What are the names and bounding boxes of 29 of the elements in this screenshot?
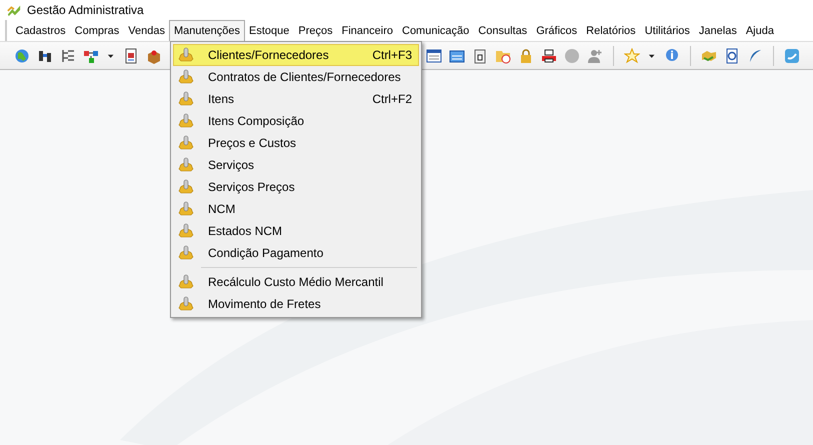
- menu-option[interactable]: Preços e Custos: [173, 132, 419, 154]
- menu-option[interactable]: Itens Composição: [173, 110, 419, 132]
- menu-item[interactable]: Janelas: [694, 20, 742, 41]
- menu-option[interactable]: Serviços Preços: [173, 176, 419, 198]
- menu-item[interactable]: Relatórios: [582, 20, 640, 41]
- shortcut-label: Ctrl+F3: [372, 48, 412, 62]
- menu-option[interactable]: Clientes/Fornecedores Ctrl+F3: [173, 44, 419, 66]
- menu-option[interactable]: Itens Ctrl+F2: [173, 88, 419, 110]
- menu-option[interactable]: Movimento de Fretes: [173, 293, 419, 315]
- shortcut-label: Ctrl+F2: [372, 92, 412, 106]
- menu-item[interactable]: Vendas: [124, 20, 170, 41]
- menu-option[interactable]: Recálculo Custo Médio Mercantil: [173, 271, 419, 293]
- menu-option[interactable]: Contratos de Clientes/Fornecedores: [173, 66, 419, 88]
- menu-item[interactable]: Financeiro: [337, 20, 398, 41]
- menu-item[interactable]: Comunicação: [398, 20, 474, 41]
- menu-item[interactable]: Preços: [294, 20, 338, 41]
- menu-option[interactable]: Serviços: [173, 154, 419, 176]
- menu-option[interactable]: Condição Pagamento: [173, 242, 419, 264]
- menu-item[interactable]: Gráficos: [532, 20, 582, 41]
- menu-item[interactable]: Consultas: [474, 20, 532, 41]
- menu-option[interactable]: NCM: [173, 198, 419, 220]
- menu-item[interactable]: Estoque: [244, 20, 294, 41]
- menu-item[interactable]: Cadastros: [11, 20, 70, 41]
- menu-option[interactable]: Estados NCM: [173, 220, 419, 242]
- menu-item[interactable]: Ajuda: [741, 20, 778, 41]
- window-title: Gestão Administrativa: [27, 3, 144, 17]
- menu-item[interactable]: Compras: [70, 20, 124, 41]
- menu-item[interactable]: Utilitários: [640, 20, 694, 41]
- menu-item[interactable]: Manutenções: [169, 20, 245, 41]
